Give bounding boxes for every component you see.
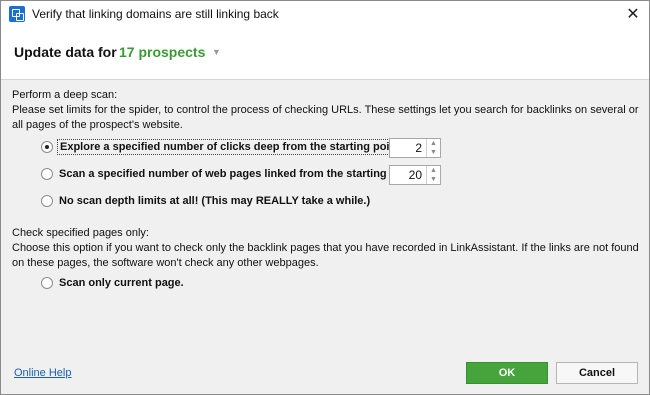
chevron-down-icon[interactable]: ▼ (212, 47, 221, 57)
ok-button[interactable]: OK (466, 362, 548, 384)
radio-button[interactable] (41, 195, 53, 207)
pages-count-stepper[interactable]: 20 ▲ ▼ (389, 165, 441, 185)
increment-icon[interactable]: ▲ (427, 166, 440, 175)
title-bar[interactable]: Verify that linking domains are still li… (1, 1, 649, 27)
radio-label-web-pages[interactable]: Scan a specified number of web pages lin… (57, 167, 422, 181)
close-icon: ✕ (626, 6, 640, 23)
radio-label-clicks-deep[interactable]: Explore a specified number of clicks dee… (57, 139, 406, 155)
radio-button[interactable] (41, 277, 53, 289)
radio-clicks-deep[interactable]: Explore a specified number of clicks dee… (41, 138, 406, 156)
cancel-button[interactable]: Cancel (556, 362, 638, 384)
clicks-depth-value[interactable]: 2 (390, 139, 426, 157)
specified-pages-title: Check specified pages only: (12, 227, 149, 239)
decrement-icon[interactable]: ▼ (427, 175, 440, 184)
header-label: Update data for (14, 44, 117, 60)
dialog-window: Verify that linking domains are still li… (0, 0, 650, 395)
close-button[interactable]: ✕ (617, 1, 649, 27)
radio-button[interactable] (41, 168, 53, 180)
radio-no-limits[interactable]: No scan depth limits at all! (This may R… (41, 192, 372, 210)
dialog-header: Update data for 17 prospects ▼ (1, 27, 649, 80)
prospects-count-dropdown[interactable]: 17 prospects (119, 44, 205, 60)
app-icon (9, 6, 25, 22)
pages-count-value[interactable]: 20 (390, 166, 426, 184)
radio-label-no-limits[interactable]: No scan depth limits at all! (This may R… (57, 194, 372, 208)
window-title: Verify that linking domains are still li… (32, 7, 279, 21)
radio-web-pages[interactable]: Scan a specified number of web pages lin… (41, 165, 422, 183)
increment-icon[interactable]: ▲ (427, 139, 440, 148)
online-help-link[interactable]: Online Help (14, 367, 71, 379)
deep-scan-description: Please set limits for the spider, to con… (12, 104, 639, 131)
radio-current-page[interactable]: Scan only current page. (41, 274, 186, 292)
radio-button-selected[interactable] (41, 141, 53, 153)
clicks-depth-stepper[interactable]: 2 ▲ ▼ (389, 138, 441, 158)
decrement-icon[interactable]: ▼ (427, 148, 440, 157)
radio-label-current-page[interactable]: Scan only current page. (57, 276, 186, 290)
deep-scan-title: Perform a deep scan: (12, 89, 118, 101)
specified-pages-description: Choose this option if you want to check … (12, 242, 639, 269)
